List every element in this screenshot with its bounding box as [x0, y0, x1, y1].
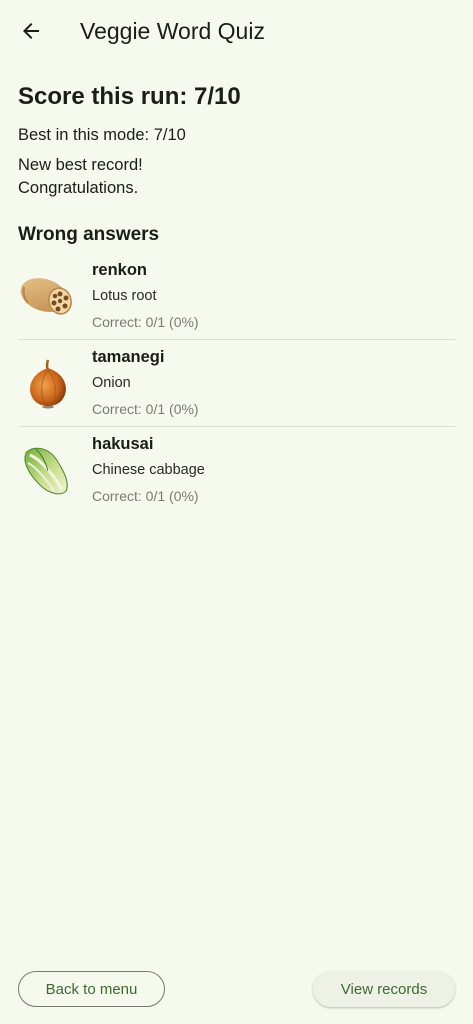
back-button[interactable] — [8, 8, 54, 54]
word-romaji: hakusai — [92, 435, 154, 453]
word-meaning: Chinese cabbage — [92, 462, 205, 478]
score-text: Score this run: 7/10 — [18, 83, 241, 110]
lotus-root-icon — [20, 278, 72, 315]
app-bar: Veggie Word Quiz — [0, 0, 473, 62]
congratulations-line: Congratulations. — [18, 179, 139, 197]
word-meaning: Lotus root — [92, 288, 157, 304]
new-best-line: New best record! — [18, 156, 143, 174]
word-romaji: renkon — [92, 261, 148, 279]
onion-icon — [30, 359, 66, 409]
correct-rate: Correct: 0/1 (0%) — [92, 401, 199, 417]
wrong-answers-list: renkon Lotus root Correct: 0/1 (0%) tama… — [18, 253, 455, 513]
new-best-message: New best record! Congratulations. — [18, 154, 143, 200]
app-title: Veggie Word Quiz — [80, 18, 265, 44]
list-item: tamanegi Onion Correct: 0/1 (0%) — [18, 340, 455, 427]
chinese-cabbage-icon — [24, 447, 68, 495]
wrong-answers-heading: Wrong answers — [18, 224, 160, 245]
view-records-button[interactable]: View records — [313, 971, 455, 1007]
best-score-text: Best in this mode: 7/10 — [18, 126, 186, 144]
list-item: renkon Lotus root Correct: 0/1 (0%) — [18, 253, 455, 340]
correct-rate: Correct: 0/1 (0%) — [92, 488, 199, 504]
word-meaning: Onion — [92, 375, 131, 391]
arrow-left-icon — [23, 23, 39, 39]
list-item: hakusai Chinese cabbage Correct: 0/1 (0%… — [18, 427, 455, 513]
word-romaji: tamanegi — [92, 348, 165, 366]
back-to-menu-button[interactable]: Back to menu — [18, 971, 165, 1007]
correct-rate: Correct: 0/1 (0%) — [92, 314, 199, 330]
